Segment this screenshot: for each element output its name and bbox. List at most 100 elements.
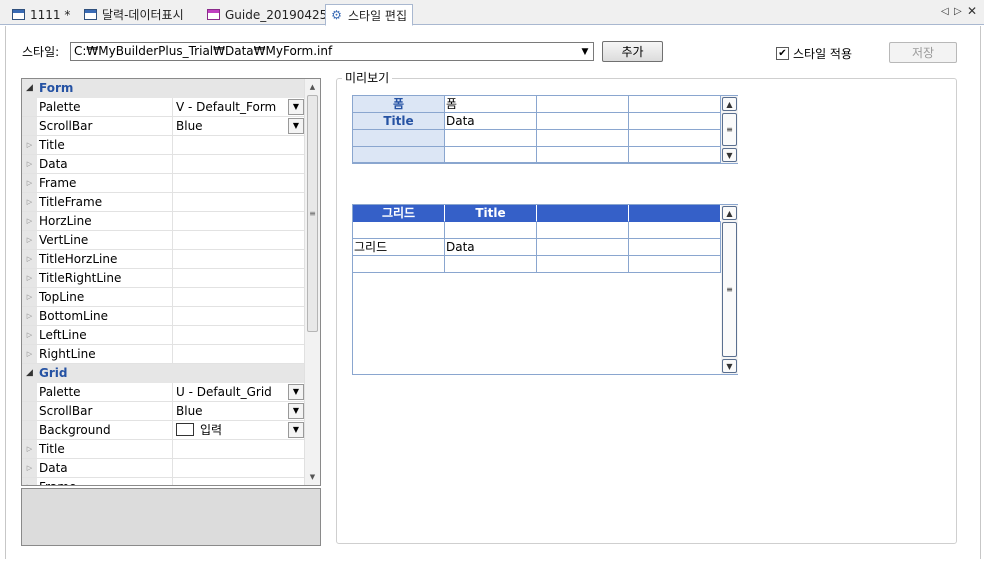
scrollbar-thumb[interactable]: ≡ [722,113,737,146]
close-tab-icon[interactable]: ✕ [967,5,977,17]
property-row-frame[interactable]: ▷Frame [22,174,305,193]
category-grid[interactable]: ◢ Grid [22,364,305,383]
tab-scroll-right-icon[interactable]: ▷ [954,6,962,18]
document-tab-bar: 1111 * 달력-데이터표시 Guide_20190425 ⚙ 스타일 편집 … [0,0,984,26]
expand-icon[interactable]: ▷ [22,231,37,249]
expand-icon[interactable]: ▷ [22,250,37,268]
form-preview-scrollbar[interactable]: ▲ ≡ ▼ [721,96,738,163]
property-row-rightline[interactable]: ▷ RightLine [22,345,305,364]
expand-icon[interactable]: ▷ [22,459,37,477]
property-row-data[interactable]: ▷ Data [22,155,305,174]
table-cell: Title [353,113,445,130]
expand-icon[interactable]: ▷ [22,345,37,363]
property-value-text: Blue [176,404,203,418]
property-row-titlehorzline[interactable]: ▷ TitleHorzLine [22,250,305,269]
category-form[interactable]: ◢ Form [22,79,305,98]
expand-icon[interactable]: ▷ [22,326,37,344]
expand-icon[interactable]: ▷ [22,155,37,173]
property-row-topline[interactable]: ▷ TopLine [22,288,305,307]
collapse-icon[interactable]: ◢ [22,79,37,97]
chevron-down-icon[interactable]: ▼ [288,99,304,115]
property-row-frame[interactable]: ▷Frame [22,478,305,485]
table-cell [445,130,537,147]
scroll-up-icon[interactable]: ▲ [305,80,320,94]
property-grid: ◢ Form Palette V - Default_Form ▼ ScrollB… [21,78,321,486]
property-name: ScrollBar [37,117,173,135]
property-row-scrollbar[interactable]: ScrollBar Blue ▼ [22,117,305,136]
property-value[interactable]: Blue ▼ [173,117,305,135]
tab-guide[interactable]: Guide_20190425 [207,4,327,25]
property-row-title[interactable]: ▷ Title [22,136,305,155]
property-value[interactable]: Blue ▼ [173,402,305,420]
property-row-palette[interactable]: Palette U - Default_Grid ▼ [22,383,305,402]
table-cell [537,96,629,113]
property-value[interactable]: V - Default_Form ▼ [173,98,305,116]
expand-icon[interactable]: ▷ [22,193,37,211]
save-button[interactable]: 저장 [889,42,957,63]
property-value[interactable]: U - Default_Grid ▼ [173,383,305,401]
grid-preview-scrollbar[interactable]: ▲ ≡ ▼ [721,205,738,374]
property-name: Data [37,155,173,173]
table-cell [353,256,445,273]
expand-icon[interactable]: ▷ [22,478,37,485]
tab-calendar-data[interactable]: 달력-데이터표시 [84,4,184,25]
property-value-text: U - Default_Grid [176,385,272,399]
property-row-titlerightline[interactable]: ▷ TitleRightLine [22,269,305,288]
category-label: Form [37,79,173,97]
tab-scroll-left-icon[interactable]: ◁ [941,6,949,18]
style-label: 스타일: [22,45,60,59]
property-row-scrollbar[interactable]: ScrollBar Blue ▼ [22,402,305,421]
property-row-vertline[interactable]: ▷ VertLine [22,231,305,250]
table-cell: 폼 [445,96,537,113]
property-row-titleframe[interactable]: ▷ TitleFrame [22,193,305,212]
property-name: TitleHorzLine [37,250,173,268]
add-button[interactable]: 추가 [602,41,663,62]
property-grid-scrollbar[interactable]: ▲ ≡ ▼ [304,79,320,485]
property-row-background[interactable]: Background 입력 ▼ [22,421,305,440]
expand-icon[interactable]: ▷ [22,136,37,154]
property-row-horzline[interactable]: ▷ HorzLine [22,212,305,231]
expand-icon[interactable]: ▷ [22,440,37,458]
chevron-down-icon[interactable]: ▼ [288,384,304,400]
property-row-palette[interactable]: Palette V - Default_Form ▼ [22,98,305,117]
scrollbar-thumb[interactable]: ≡ [307,95,318,332]
property-value[interactable]: 입력 ▼ [173,421,305,439]
apply-style-checkbox[interactable]: ✔ 스타일 적용 [776,45,852,62]
chevron-down-icon[interactable]: ▼ [288,422,304,438]
scroll-up-icon[interactable]: ▲ [722,97,737,111]
tab-style-edit[interactable]: ⚙ 스타일 편집 [325,4,414,26]
chevron-down-icon[interactable]: ▼ [288,118,304,134]
tab-1111[interactable]: 1111 * [12,4,70,25]
style-path-value: C:₩MyBuilderPlus_Trial₩Data₩MyForm.inf [74,44,333,58]
property-row-title[interactable]: ▷ Title [22,440,305,459]
scroll-down-icon[interactable]: ▼ [305,470,320,484]
chevron-down-icon[interactable]: ▼ [577,43,593,60]
property-row-data[interactable]: ▷ Data [22,459,305,478]
style-editor-panel: 스타일: C:₩MyBuilderPlus_Trial₩Data₩MyForm.… [5,26,981,559]
checkbox-check-icon[interactable]: ✔ [776,47,789,60]
expand-icon[interactable]: ▷ [22,269,37,287]
scrollbar-thumb[interactable]: ≡ [722,222,737,357]
expand-icon[interactable]: ▷ [22,174,37,192]
table-cell: Data [445,113,537,130]
apply-style-label: 스타일 적용 [793,47,853,61]
table-cell [445,222,537,239]
property-name: BottomLine [37,307,173,325]
style-file-combo[interactable]: C:₩MyBuilderPlus_Trial₩Data₩MyForm.inf ▼ [70,42,594,61]
chevron-down-icon[interactable]: ▼ [288,403,304,419]
scroll-up-icon[interactable]: ▲ [722,206,737,220]
property-row-bottomline[interactable]: ▷ BottomLine [22,307,305,326]
scroll-down-icon[interactable]: ▼ [722,148,737,162]
property-row-leftline[interactable]: ▷ LeftLine [22,326,305,345]
scroll-down-icon[interactable]: ▼ [722,359,737,373]
expand-icon[interactable]: ▷ [22,307,37,325]
expand-icon[interactable]: ▷ [22,212,37,230]
expand-icon[interactable]: ▷ [22,288,37,306]
color-swatch [176,423,194,436]
table-cell [537,130,629,147]
window-pink-icon [207,9,220,20]
grid-preview-table: 그리드 Title 그리드 Data ▲ ≡ ▼ [352,204,738,375]
property-name: RightLine [37,345,173,363]
collapse-icon[interactable]: ◢ [22,364,37,382]
property-value-text: 입력 [200,423,223,437]
